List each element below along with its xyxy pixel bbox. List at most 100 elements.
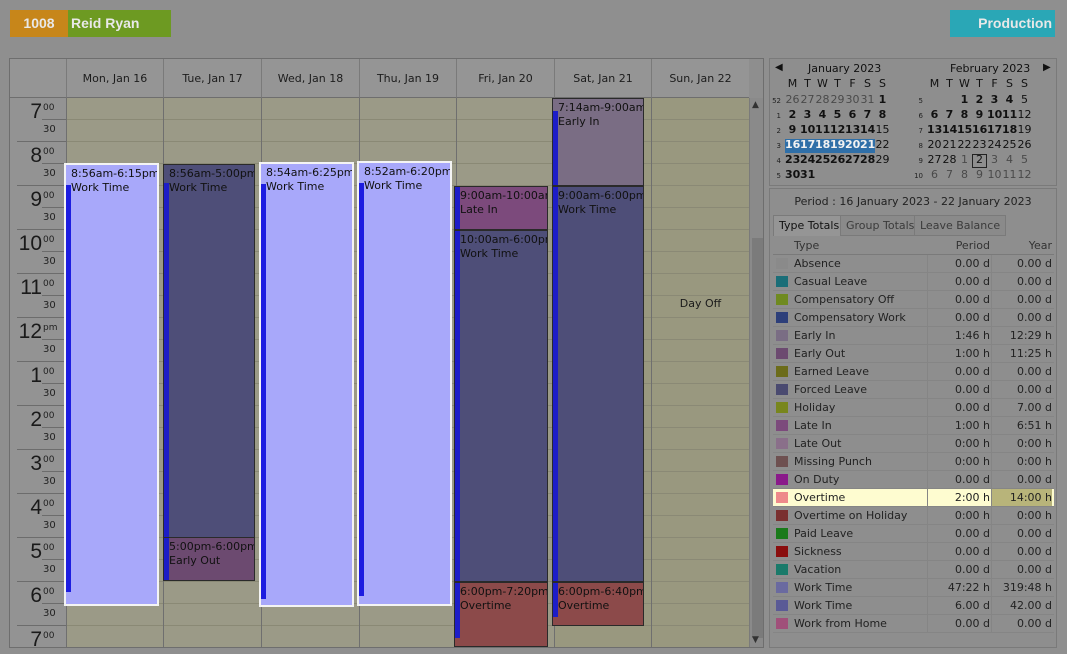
calendar-day[interactable]: 7 (860, 108, 875, 121)
table-row[interactable]: Missing Punch 0:00 h 0:00 h (773, 453, 1054, 471)
day-header-sat[interactable]: Sat, Jan 21 (554, 59, 651, 98)
calendar-day[interactable]: 2 (972, 93, 987, 106)
calendar-day[interactable]: 26 (1017, 138, 1032, 151)
calendar-day[interactable]: 10 (800, 123, 815, 136)
calendar-day[interactable]: 1 (957, 153, 972, 166)
calendar-day[interactable]: 6 (845, 108, 860, 121)
calendar-day[interactable]: 17 (800, 138, 815, 151)
calendar-day[interactable]: 4 (1002, 153, 1017, 166)
col-header-year[interactable]: Year (992, 237, 1052, 254)
calendar-day[interactable]: 27 (845, 153, 860, 166)
calendar-day[interactable]: 11 (815, 123, 830, 136)
calendar-day[interactable]: 14 (942, 123, 957, 136)
calendar-day[interactable]: 8 (957, 108, 972, 121)
calendar-day[interactable]: 31 (860, 93, 875, 106)
table-row[interactable]: Forced Leave 0.00 d 0.00 d (773, 381, 1054, 399)
calendar-day[interactable]: 22 (875, 138, 890, 151)
table-row[interactable]: On Duty 0.00 d 0.00 d (773, 471, 1054, 489)
calendar-day[interactable]: 29 (830, 93, 845, 106)
calendar-day[interactable]: 11 (1002, 168, 1017, 181)
calendar-day[interactable]: 30 (785, 168, 800, 181)
appointment-late-in[interactable]: 9:00am-10:00am Late In (454, 186, 548, 230)
calendar-day[interactable]: 26 (785, 93, 800, 106)
appointment-work-time[interactable]: 8:54am-6:25pm Work Time (259, 162, 354, 607)
table-row[interactable]: Work Time 6.00 d 42.00 d (773, 597, 1054, 615)
col-header-type[interactable]: Type (794, 237, 819, 254)
calendar-day[interactable]: 28 (942, 153, 957, 166)
vertical-scrollbar[interactable]: ▲ ▼ (749, 98, 763, 647)
calendar-day[interactable]: 20 (845, 138, 860, 151)
table-row[interactable]: Absence 0.00 d 0.00 d (773, 255, 1054, 273)
calendar-day[interactable]: 23 (972, 138, 987, 151)
calendar-day[interactable]: 17 (987, 123, 1002, 136)
appointment-work-time[interactable]: 8:56am-5:00pm Work Time (163, 164, 255, 539)
calendar-day[interactable]: 30 (845, 93, 860, 106)
calendar-day[interactable]: 18 (815, 138, 830, 151)
calendar-day[interactable]: 16 (785, 138, 800, 151)
calendar-day[interactable]: 9 (785, 123, 800, 136)
table-row[interactable]: Sickness 0.00 d 0.00 d (773, 543, 1054, 561)
calendar-day[interactable]: 8 (875, 108, 890, 121)
calendar-day[interactable]: 27 (800, 93, 815, 106)
calendar-day[interactable]: 5 (1017, 153, 1032, 166)
appointment-work-time[interactable]: 9:00am-6:00pm Work Time (552, 186, 644, 582)
calendar-day[interactable]: 21 (942, 138, 957, 151)
table-row[interactable]: Late Out 0:00 h 0:00 h (773, 435, 1054, 453)
table-row[interactable]: Work from Home 0.00 d 0.00 d (773, 615, 1054, 633)
calendar-day[interactable]: 5 (830, 108, 845, 121)
calendar-day[interactable]: 12 (1017, 108, 1032, 121)
table-row[interactable]: Holiday 0.00 d 7.00 d (773, 399, 1054, 417)
calendar-day[interactable]: 4 (815, 108, 830, 121)
appointment-early-in[interactable]: 7:14am-9:00am Early In (552, 98, 644, 186)
calendar-day[interactable]: 16 (972, 123, 987, 136)
appointment-overtime[interactable]: 6:00pm-7:20pm Overtime (454, 582, 548, 647)
week-number[interactable]: 1 (771, 112, 781, 120)
table-row[interactable]: Compensatory Off 0.00 d 0.00 d (773, 291, 1054, 309)
tab-group-totals[interactable]: Group Totals (840, 215, 921, 236)
calendar-day[interactable]: 12 (1017, 168, 1032, 181)
calendar-day[interactable]: 24 (800, 153, 815, 166)
calendar-day[interactable]: 18 (1002, 123, 1017, 136)
table-row[interactable]: Earned Leave 0.00 d 0.00 d (773, 363, 1054, 381)
scrollbar-thumb[interactable] (752, 238, 763, 638)
calendar-day[interactable]: 5 (1017, 93, 1032, 106)
day-header-fri[interactable]: Fri, Jan 20 (456, 59, 554, 98)
tab-leave-balance[interactable]: Leave Balance (914, 215, 1007, 236)
week-number[interactable]: 10 (913, 172, 923, 180)
calendar-day[interactable]: 6 (927, 168, 942, 181)
calendar-day[interactable]: 27 (927, 153, 942, 166)
week-number[interactable]: 5 (913, 97, 923, 105)
calendar-day[interactable]: 9 (972, 108, 987, 121)
day-header-wed[interactable]: Wed, Jan 18 (261, 59, 359, 98)
next-month-icon[interactable]: ▶ (1043, 62, 1051, 73)
table-row[interactable]: Paid Leave 0.00 d 0.00 d (773, 525, 1054, 543)
calendar-day[interactable]: 11 (1002, 108, 1017, 121)
calendar-day[interactable]: 7 (942, 108, 957, 121)
calendar-day[interactable]: 2 (972, 153, 987, 166)
calendar-day[interactable]: 13 (927, 123, 942, 136)
calendar-day[interactable]: 25 (815, 153, 830, 166)
table-row[interactable]: Late In 1:00 h 6:51 h (773, 417, 1054, 435)
week-number[interactable]: 6 (913, 112, 923, 120)
calendar-day[interactable]: 10 (987, 108, 1002, 121)
calendar-day[interactable]: 14 (860, 123, 875, 136)
calendar-day[interactable]: 28 (815, 93, 830, 106)
col-header-period[interactable]: Period (930, 237, 990, 254)
appointment-overtime[interactable]: 6:00pm-6:40pm Overtime (552, 582, 644, 626)
appointment-early-out[interactable]: 5:00pm-6:00pm Early Out (163, 537, 255, 581)
calendar-day[interactable]: 28 (860, 153, 875, 166)
table-row[interactable]: Early In 1:46 h 12:29 h (773, 327, 1054, 345)
week-number[interactable]: 5 (771, 172, 781, 180)
calendar-day[interactable]: 23 (785, 153, 800, 166)
appointment-work-time[interactable]: 10:00am-6:00pm Work Time (454, 230, 548, 582)
calendar-day[interactable]: 22 (957, 138, 972, 151)
calendar-day[interactable]: 9 (972, 168, 987, 181)
scroll-up-icon[interactable]: ▲ (752, 100, 759, 110)
calendar-day[interactable]: 19 (1017, 123, 1032, 136)
week-number[interactable]: 4 (771, 157, 781, 165)
calendar-day[interactable]: 8 (957, 168, 972, 181)
week-number[interactable]: 52 (771, 97, 781, 105)
week-number[interactable]: 7 (913, 127, 923, 135)
calendar-day[interactable]: 7 (942, 168, 957, 181)
table-row[interactable]: Work Time 47:22 h 319:48 h (773, 579, 1054, 597)
